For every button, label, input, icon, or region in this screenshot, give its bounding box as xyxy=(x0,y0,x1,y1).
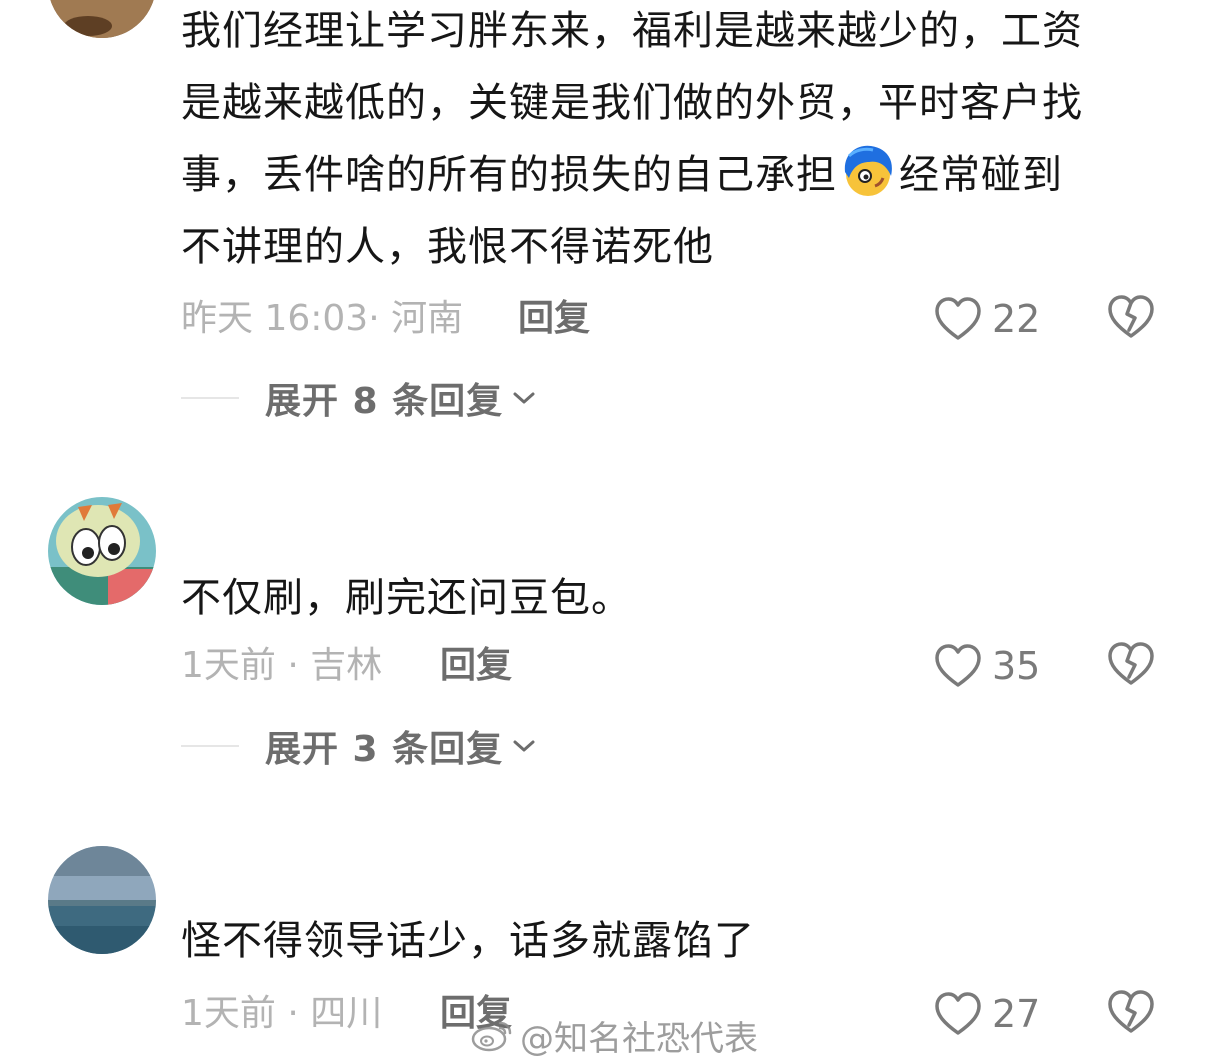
weibo-logo-icon xyxy=(471,1021,512,1052)
avatar[interactable] xyxy=(48,497,156,605)
comment-time: 1天前 xyxy=(181,993,276,1034)
avatar[interactable] xyxy=(48,0,156,38)
like-button[interactable]: 35 xyxy=(934,641,1040,691)
dislike-button[interactable] xyxy=(1106,641,1156,687)
watermark: @知名社恐代表 xyxy=(470,1010,758,1060)
expand-replies-label: 展开 8 条回复 xyxy=(265,381,504,422)
meta-separator: · xyxy=(287,993,299,1034)
broken-heart-icon xyxy=(1108,990,1154,1033)
comment-time: 昨天 16:03 xyxy=(181,298,369,339)
like-count: 22 xyxy=(992,297,1041,341)
comment-text: 我们经理让学习胖东来，福利是越来越少的，工资 是越来越低的，关键是我们做的外贸，… xyxy=(181,8,1083,270)
comment-location: 河南 xyxy=(391,298,464,339)
watermark-text: @知名社恐代表 xyxy=(520,1018,758,1059)
comment-meta: 1天前 · 吉林 xyxy=(181,644,382,688)
meta-separator: · xyxy=(287,645,299,686)
dislike-button[interactable] xyxy=(1106,294,1156,340)
divider xyxy=(181,397,239,399)
comment-text: 不仅刷，刷完还问豆包。 xyxy=(181,575,632,621)
like-button[interactable]: 22 xyxy=(934,294,1040,344)
dislike-button[interactable] xyxy=(1106,989,1156,1035)
expand-replies-button[interactable]: 展开 3 条回复 xyxy=(181,724,537,770)
comment-meta: 昨天 16:03· 河南 xyxy=(181,297,463,341)
heart-outline-icon xyxy=(935,644,981,687)
chevron-down-icon xyxy=(513,392,535,404)
reply-button[interactable]: 回复 xyxy=(518,297,590,341)
broken-heart-icon xyxy=(1108,642,1154,685)
expand-replies-button[interactable]: 展开 8 条回复 xyxy=(181,376,537,422)
comment-location: 吉林 xyxy=(310,645,383,686)
like-button[interactable]: 27 xyxy=(934,989,1040,1039)
expand-replies-label: 展开 3 条回复 xyxy=(265,729,504,770)
meta-separator: · xyxy=(368,298,380,339)
broken-heart-icon xyxy=(1108,295,1154,338)
comment-location: 四川 xyxy=(310,993,383,1034)
like-count: 35 xyxy=(992,644,1041,688)
heart-outline-icon xyxy=(935,297,981,340)
chevron-down-icon xyxy=(513,740,535,752)
comment-meta: 1天前 · 四川 xyxy=(181,992,382,1036)
reply-button[interactable]: 回复 xyxy=(440,644,512,688)
comment-time: 1天前 xyxy=(181,645,276,686)
heart-outline-icon xyxy=(935,992,981,1035)
avatar[interactable] xyxy=(48,846,156,954)
like-count: 27 xyxy=(992,992,1041,1036)
divider xyxy=(181,745,239,747)
comment-text: 怪不得领导话少，话多就露馅了 xyxy=(181,918,755,964)
blue-hair-face-emoji-icon xyxy=(839,142,897,200)
